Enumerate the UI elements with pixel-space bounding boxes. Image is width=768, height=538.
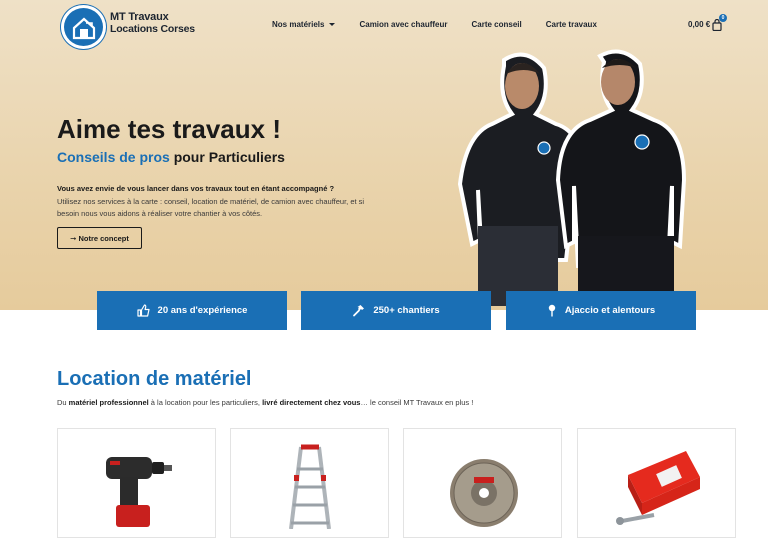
brand-name[interactable]: MT Travaux Locations Corses bbox=[110, 11, 195, 35]
desc-part: à la location pour les particuliers, bbox=[148, 398, 263, 407]
desc-bold: livré directement chez vous bbox=[262, 398, 361, 407]
product-card-blade[interactable] bbox=[403, 428, 562, 538]
thumbs-up-icon bbox=[136, 304, 150, 317]
ladder-image bbox=[289, 444, 331, 530]
feature-chantiers: 250+ chantiers bbox=[301, 291, 491, 330]
hero-title: Aime tes travaux ! bbox=[57, 114, 281, 144]
nav-item-materiels[interactable]: Nos matériels bbox=[272, 20, 336, 29]
founders-photo bbox=[457, 49, 687, 306]
house-logo-icon bbox=[72, 17, 96, 40]
product-card-ladder[interactable] bbox=[230, 428, 389, 538]
site-header: MT Travaux Locations Corses Nos matériel… bbox=[0, 0, 768, 52]
cart-total[interactable]: 0,00 € bbox=[688, 20, 710, 29]
main-nav: Nos matériels Camion avec chauffeur Cart… bbox=[272, 20, 621, 29]
logo[interactable] bbox=[61, 5, 106, 49]
feature-label: 20 ans d'expérience bbox=[157, 305, 248, 316]
map-pin-icon bbox=[547, 304, 557, 317]
subtitle-accent: Conseils de pros bbox=[57, 149, 170, 165]
nav-label: Nos matériels bbox=[272, 20, 325, 29]
hero-intro: Vous avez envie de vous lancer dans vos … bbox=[57, 183, 387, 221]
section-description: Du matériel professionnel à la location … bbox=[57, 398, 473, 407]
section-title: Location de matériel bbox=[57, 368, 252, 390]
screws-box-image bbox=[616, 451, 700, 525]
nav-item-carte-conseil[interactable]: Carte conseil bbox=[472, 20, 522, 29]
nav-item-camion[interactable]: Camion avec chauffeur bbox=[359, 20, 447, 29]
desc-part: Du bbox=[57, 398, 69, 407]
feature-label: 250+ chantiers bbox=[373, 305, 440, 316]
concept-button[interactable]: ➞ Notre concept bbox=[57, 227, 142, 249]
product-card-drill[interactable] bbox=[57, 428, 216, 538]
product-card-screws[interactable] bbox=[577, 428, 736, 538]
desc-part: … le conseil MT Travaux en plus ! bbox=[360, 398, 474, 407]
hammer-icon bbox=[352, 304, 365, 317]
cart-count-badge: 0 bbox=[719, 14, 727, 22]
chevron-down-icon bbox=[329, 23, 336, 27]
feature-experience: 20 ans d'expérience bbox=[97, 291, 287, 330]
nav-item-carte-travaux[interactable]: Carte travaux bbox=[546, 20, 597, 29]
subtitle-rest: pour Particuliers bbox=[169, 149, 285, 165]
intro-text: Utilisez nos services à la carte : conse… bbox=[57, 196, 365, 219]
intro-question: Vous avez envie de vous lancer dans vos … bbox=[57, 184, 335, 193]
feature-label: Ajaccio et alentours bbox=[564, 305, 656, 316]
saw-blade-image bbox=[450, 459, 518, 527]
brand-line-2: Locations Corses bbox=[110, 23, 195, 35]
feature-location: Ajaccio et alentours bbox=[506, 291, 696, 330]
desc-bold: matériel professionnel bbox=[68, 398, 149, 407]
brand-line-1: MT Travaux bbox=[110, 11, 169, 23]
drill-image bbox=[106, 457, 172, 527]
hero-subtitle: Conseils de pros pour Particuliers bbox=[57, 149, 285, 165]
